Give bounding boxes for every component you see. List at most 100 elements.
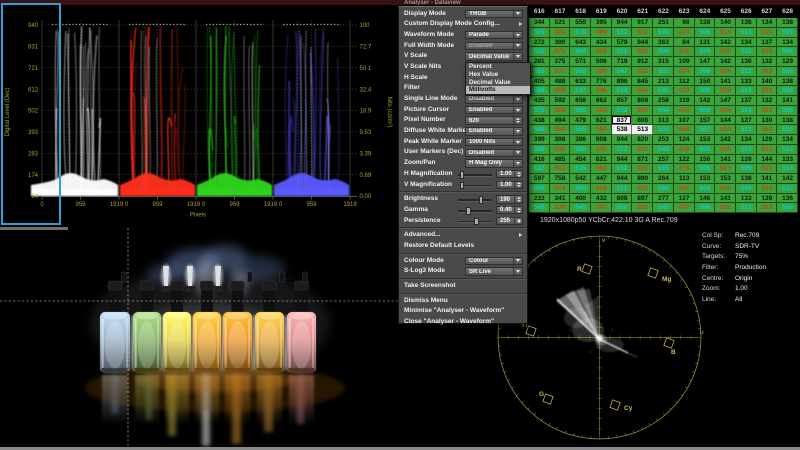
grid-cell: 113 <box>674 174 695 184</box>
scope-info-label: Targets: <box>702 253 735 260</box>
grid-cell: 621 <box>591 116 612 126</box>
menu-item-label: H Magnification <box>404 169 452 180</box>
display-mode-dropdown[interactable]: YRGB <box>465 10 523 19</box>
menu-item-minimise-analyser-waveform[interactable]: Minimise "Analyser - Waveform" <box>399 306 527 317</box>
menu-item-h-magnification[interactable]: H Magnification 1.00 <box>399 169 527 180</box>
menu-item-advanced[interactable]: Advanced... <box>399 230 527 241</box>
stepper-arrows-icon[interactable] <box>513 117 522 124</box>
v-scale-dropdown[interactable]: Decimal Value <box>465 52 523 61</box>
grid-cell: 520 <box>591 184 612 194</box>
grid-cell: 513 <box>736 145 757 155</box>
grid-cell: 258 <box>653 96 674 106</box>
grid-cell: 341 <box>550 194 571 204</box>
grid-cell: 233 <box>529 194 550 204</box>
grid-cell: 363 <box>653 38 674 48</box>
slider-handle[interactable] <box>479 196 484 204</box>
grid-cell: 398 <box>550 135 571 145</box>
v-magnification-value-box[interactable]: 1.00 <box>496 181 523 190</box>
persistence-slider[interactable] <box>458 221 492 224</box>
full-width-mode-dropdown[interactable]: Enabled <box>465 42 523 51</box>
waveform-panel[interactable]: 9408317216125023932831746410072.750.132.… <box>0 4 400 228</box>
chevron-down-icon <box>513 11 522 18</box>
picture-cursor-dropdown[interactable]: Enabled <box>465 106 523 115</box>
user-markers-dec-dropdown[interactable]: Disabled <box>465 149 523 158</box>
menu-item-v-magnification[interactable]: V Magnification1.00 <box>399 180 527 191</box>
grid-cell: 509 <box>591 125 612 135</box>
h-magnification-slider[interactable] <box>458 174 492 177</box>
grid-cell: 264 <box>653 174 674 184</box>
gamma-slider[interactable] <box>458 210 492 213</box>
slider-handle[interactable] <box>460 171 465 179</box>
brightness-value-box[interactable]: 190 <box>496 195 523 204</box>
slider-handle[interactable] <box>460 182 465 190</box>
chevron-down-icon <box>513 107 522 114</box>
menu-item-peak-white-marker[interactable]: Peak White Marker1000 Nits <box>399 137 527 148</box>
colour-mode-dropdown[interactable]: Colour <box>465 257 523 266</box>
s-log3-mode-dropdown[interactable]: SR Live <box>465 267 523 276</box>
grid-cell: 127 <box>674 194 695 204</box>
submenu-item-hex-value[interactable]: Hex Value <box>466 71 530 79</box>
stepper-arrows-icon[interactable] <box>514 182 522 189</box>
menu-item-close-analyser-waveform[interactable]: Close "Analyser - Waveform" <box>399 317 527 328</box>
menu-item-dismiss-menu[interactable]: Dismiss Menu <box>399 296 527 307</box>
slider-handle[interactable] <box>474 218 479 226</box>
dropdown-value: 1000 Nits <box>466 139 513 145</box>
grid-cell: 511 <box>653 67 674 77</box>
submenu-item-percent[interactable]: Percent <box>466 63 530 71</box>
menu-item-custom-display-mode-config[interactable]: Custom Display Mode Config... <box>399 19 527 30</box>
h-magnification-value-box[interactable]: 1.00 <box>496 170 523 179</box>
menu-item-colour-mode[interactable]: Colour ModeColour <box>399 256 527 267</box>
stepper-arrows-icon[interactable] <box>514 196 522 203</box>
grid-cell: 147 <box>695 57 716 67</box>
picture-panel[interactable] <box>0 228 400 450</box>
grid-cell: 532 <box>612 106 633 116</box>
grid-cell: 132 <box>757 96 778 106</box>
v-magnification-slider[interactable] <box>458 185 492 188</box>
zoom-pan-dropdown[interactable]: H Mag Only <box>465 159 523 168</box>
menu-item-waveform-mode[interactable]: Waveform ModeParade <box>399 30 527 41</box>
gamma-value-box[interactable]: 0.40 <box>496 206 523 215</box>
grid-cell: 543 <box>529 203 550 213</box>
menu-item-take-screenshot[interactable]: Take Screenshot <box>399 281 527 292</box>
menu-item-v-scale[interactable]: V ScaleDecimal Value <box>399 51 527 62</box>
submenu-item-decimal-value[interactable]: Decimal Value <box>466 79 530 87</box>
menu-item-gamma[interactable]: Gamma0.40 <box>399 205 527 216</box>
single-line-mode-dropdown[interactable]: Disabled <box>465 95 523 104</box>
persistence-value-box[interactable]: 255 <box>496 217 523 226</box>
wf-left-axis-label: Digital Level (Dec) <box>5 87 11 136</box>
menu-item-picture-cursor[interactable]: Picture CursorEnabled <box>399 105 527 116</box>
pixel-number-stepper[interactable]: 620 <box>465 116 523 125</box>
grid-cell: 395 <box>591 18 612 28</box>
menu-item-display-mode[interactable]: Display ModeYRGB <box>399 9 527 20</box>
menu-item-single-line-mode[interactable]: Single Line ModeDisabled <box>399 94 527 105</box>
grid-col-header: 624 <box>695 5 716 18</box>
menu-item-diffuse-white-marker[interactable]: Diffuse White MarkerEnabled <box>399 126 527 137</box>
menu-item-full-width-mode[interactable]: Full Width Mode Enabled <box>399 41 527 52</box>
menu-item-label: Full Width Mode <box>404 41 454 52</box>
menu-item-label: Persistence <box>404 216 441 227</box>
menu-item-s-log3-mode[interactable]: S-Log3 ModeSR Live <box>399 266 527 277</box>
waveform-mode-dropdown[interactable]: Parade <box>465 31 523 40</box>
menu-item-restore-default-levels[interactable]: Restore Default Levels <box>399 241 527 252</box>
stepper-arrows-icon[interactable] <box>514 207 522 214</box>
dropdown-value: Disabled <box>466 96 513 102</box>
brightness-slider[interactable] <box>458 199 492 202</box>
wf-left-tick: 721 <box>28 66 39 72</box>
submenu-item-millivolts[interactable]: Millivolts <box>466 86 530 94</box>
slider-handle[interactable] <box>466 207 471 215</box>
menu-item-zoom-pan[interactable]: Zoom/PanH Mag Only <box>399 158 527 169</box>
chevron-down-icon <box>513 139 522 146</box>
menu-item-persistence[interactable]: Persistence 255 <box>399 216 527 227</box>
grid-cell: 512 <box>632 164 653 174</box>
grid-cell: 512 <box>632 184 653 194</box>
menu-item-brightness[interactable]: Brightness190 <box>399 194 527 205</box>
grid-cell: 514 <box>777 145 798 155</box>
grid-cell: 513 <box>715 47 736 57</box>
menu-separator <box>399 253 527 255</box>
menu-item-pixel-number[interactable]: Pixel Number620 <box>399 115 527 126</box>
diffuse-white-marker-dropdown[interactable]: Enabled <box>465 127 523 136</box>
stepper-arrows-icon[interactable] <box>514 171 522 178</box>
menu-item-user-markers-dec[interactable]: User Markers (Dec)Disabled <box>399 147 527 158</box>
stepper-arrows-icon[interactable] <box>514 218 522 225</box>
peak-white-marker-dropdown[interactable]: 1000 Nits <box>465 138 523 147</box>
